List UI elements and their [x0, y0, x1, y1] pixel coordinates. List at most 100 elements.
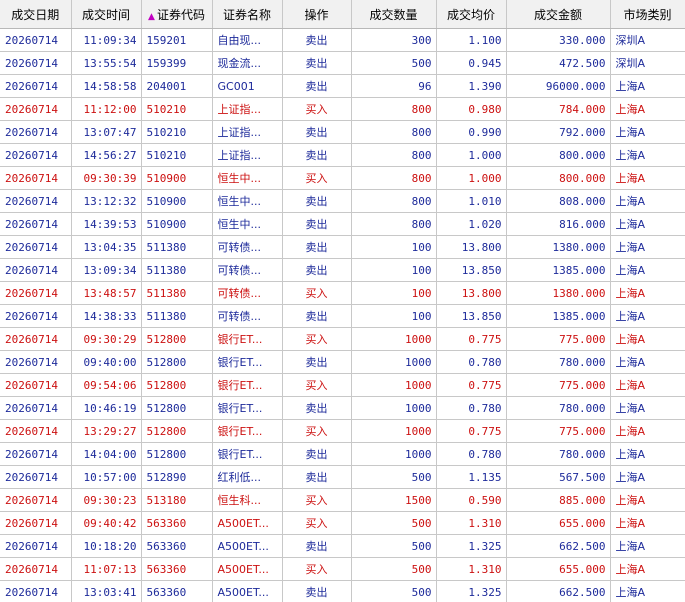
cell-time: 09:30:39 [71, 166, 142, 190]
cell-market: 上海A [610, 511, 685, 535]
cell-name: 上证指... [212, 143, 283, 167]
cell-market: 上海A [610, 557, 685, 581]
cell-market: 上海A [610, 258, 685, 282]
cell-time: 14:56:27 [71, 143, 142, 167]
cell-code: 511380 [141, 235, 213, 259]
cell-operation: 卖出 [282, 189, 352, 213]
cell-avg-price: 1.000 [436, 166, 507, 190]
cell-code: 510900 [141, 212, 213, 236]
cell-amount: 1380.000 [506, 235, 611, 259]
table-row[interactable]: 20260714 14:58:58 204001 GC001 卖出 96 1.390 9600… [0, 74, 685, 98]
cell-avg-price: 1.000 [436, 143, 507, 167]
table-row[interactable]: 20260714 13:48:57 511380 可转债... 买入 100 13.800 1… [0, 281, 685, 305]
table-row[interactable]: 20260714 13:29:27 512800 银行ET... 买入 1000 0.775… [0, 419, 685, 443]
cell-amount: 655.000 [506, 557, 611, 581]
cell-time: 13:55:54 [71, 51, 142, 75]
column-header-operation[interactable]: 操作 [282, 0, 352, 29]
column-header-name[interactable]: 证券名称 [212, 0, 283, 29]
table-row[interactable]: 20260714 09:40:42 563360 A500ET... 买入 500 1.31… [0, 511, 685, 535]
cell-avg-price: 13.800 [436, 281, 507, 305]
table-row[interactable]: 20260714 11:12:00 510210 上证指... 买入 800 0.980 78… [0, 97, 685, 121]
column-header-amount[interactable]: 成交金额 [506, 0, 611, 29]
cell-market: 上海A [610, 212, 685, 236]
table-row[interactable]: 20260714 11:07:13 563360 A500ET... 买入 500 1.31… [0, 557, 685, 581]
cell-name: 银行ET... [212, 350, 283, 374]
cell-code: 512800 [141, 373, 213, 397]
cell-code: 563360 [141, 580, 213, 602]
cell-name: 上证指... [212, 120, 283, 144]
table-row[interactable]: 20260714 10:18:20 563360 A500ET... 卖出 500 1.32… [0, 534, 685, 558]
table-row[interactable]: 20260714 13:12:32 510900 恒生中... 卖出 800 1.010 80… [0, 189, 685, 213]
cell-date: 20260714 [0, 580, 72, 602]
cell-code: 510210 [141, 97, 213, 121]
table-row[interactable]: 20260714 14:56:27 510210 上证指... 卖出 800 1.000 80… [0, 143, 685, 167]
column-header-date[interactable]: 成交日期 [0, 0, 72, 29]
cell-code: 510210 [141, 120, 213, 144]
column-header-avg-price[interactable]: 成交均价 [436, 0, 507, 29]
table-row[interactable]: 20260714 14:38:33 511380 可转债... 卖出 100 13.850 1… [0, 304, 685, 328]
table-row[interactable]: 20260714 09:30:23 513180 恒生科... 买入 1500 0.590 8… [0, 488, 685, 512]
cell-code: 511380 [141, 258, 213, 282]
table-row[interactable]: 20260714 14:04:00 512800 银行ET... 卖出 1000 0.780… [0, 442, 685, 466]
cell-market: 深圳A [610, 51, 685, 75]
table-row[interactable]: 20260714 13:55:54 159399 现金流... 卖出 500 0.945 47… [0, 51, 685, 75]
table-row[interactable]: 20260714 13:07:47 510210 上证指... 卖出 800 0.990 79… [0, 120, 685, 144]
cell-avg-price: 1.020 [436, 212, 507, 236]
cell-code: 510900 [141, 166, 213, 190]
cell-avg-price: 0.775 [436, 373, 507, 397]
cell-code: 159399 [141, 51, 213, 75]
table-row[interactable]: 20260714 09:30:29 512800 银行ET... 买入 1000 0.775… [0, 327, 685, 351]
cell-name: 银行ET... [212, 396, 283, 420]
cell-name: 可转债... [212, 235, 283, 259]
table-row[interactable]: 20260714 09:30:39 510900 恒生中... 买入 800 1.000 80… [0, 166, 685, 190]
table-row[interactable]: 20260714 09:40:00 512800 银行ET... 卖出 1000 0.780… [0, 350, 685, 374]
table-row[interactable]: 20260714 14:39:53 510900 恒生中... 卖出 800 1.020 81… [0, 212, 685, 236]
cell-date: 20260714 [0, 442, 72, 466]
cell-market: 上海A [610, 327, 685, 351]
cell-avg-price: 0.980 [436, 97, 507, 121]
cell-date: 20260714 [0, 465, 72, 489]
cell-time: 14:04:00 [71, 442, 142, 466]
cell-operation: 买入 [282, 511, 352, 535]
cell-amount: 792.000 [506, 120, 611, 144]
cell-date: 20260714 [0, 120, 72, 144]
table-row[interactable]: 20260714 09:54:06 512800 银行ET... 买入 1000 0.775… [0, 373, 685, 397]
cell-code: 563360 [141, 511, 213, 535]
cell-quantity: 1000 [351, 350, 437, 374]
cell-avg-price: 1.135 [436, 465, 507, 489]
cell-date: 20260714 [0, 74, 72, 98]
cell-market: 上海A [610, 396, 685, 420]
cell-market: 上海A [610, 442, 685, 466]
cell-name: 银行ET... [212, 373, 283, 397]
table-row[interactable]: 20260714 10:46:19 512800 银行ET... 卖出 1000 0.780… [0, 396, 685, 420]
cell-time: 10:57:00 [71, 465, 142, 489]
cell-operation: 卖出 [282, 235, 352, 259]
cell-time: 09:30:23 [71, 488, 142, 512]
column-header-quantity[interactable]: 成交数量 [351, 0, 437, 29]
cell-avg-price: 1.325 [436, 534, 507, 558]
cell-operation: 卖出 [282, 28, 352, 52]
cell-amount: 780.000 [506, 350, 611, 374]
table-row[interactable]: 20260714 13:03:41 563360 A500ET... 卖出 500 1.32… [0, 580, 685, 602]
cell-date: 20260714 [0, 212, 72, 236]
cell-quantity: 500 [351, 534, 437, 558]
cell-avg-price: 13.850 [436, 304, 507, 328]
cell-time: 13:04:35 [71, 235, 142, 259]
table-row[interactable]: 20260714 10:57:00 512890 红利低... 卖出 500 1.135 56… [0, 465, 685, 489]
table-row[interactable]: 20260714 13:09:34 511380 可转债... 卖出 100 13.850 1… [0, 258, 685, 282]
table-row[interactable]: 20260714 13:04:35 511380 可转债... 卖出 100 13.800 1… [0, 235, 685, 259]
cell-name: 红利低... [212, 465, 283, 489]
cell-amount: 1380.000 [506, 281, 611, 305]
column-header-code[interactable]: ▲ 证券代码 [141, 0, 213, 29]
cell-amount: 800.000 [506, 166, 611, 190]
cell-amount: 330.000 [506, 28, 611, 52]
cell-avg-price: 0.945 [436, 51, 507, 75]
cell-time: 09:40:00 [71, 350, 142, 374]
cell-operation: 卖出 [282, 51, 352, 75]
cell-amount: 816.000 [506, 212, 611, 236]
cell-operation: 卖出 [282, 258, 352, 282]
column-header-time[interactable]: 成交时间 [71, 0, 142, 29]
cell-date: 20260714 [0, 534, 72, 558]
table-row[interactable]: 20260714 11:09:34 159201 自由现... 卖出 300 1.100 33… [0, 28, 685, 52]
column-header-market[interactable]: 市场类别 [610, 0, 685, 29]
